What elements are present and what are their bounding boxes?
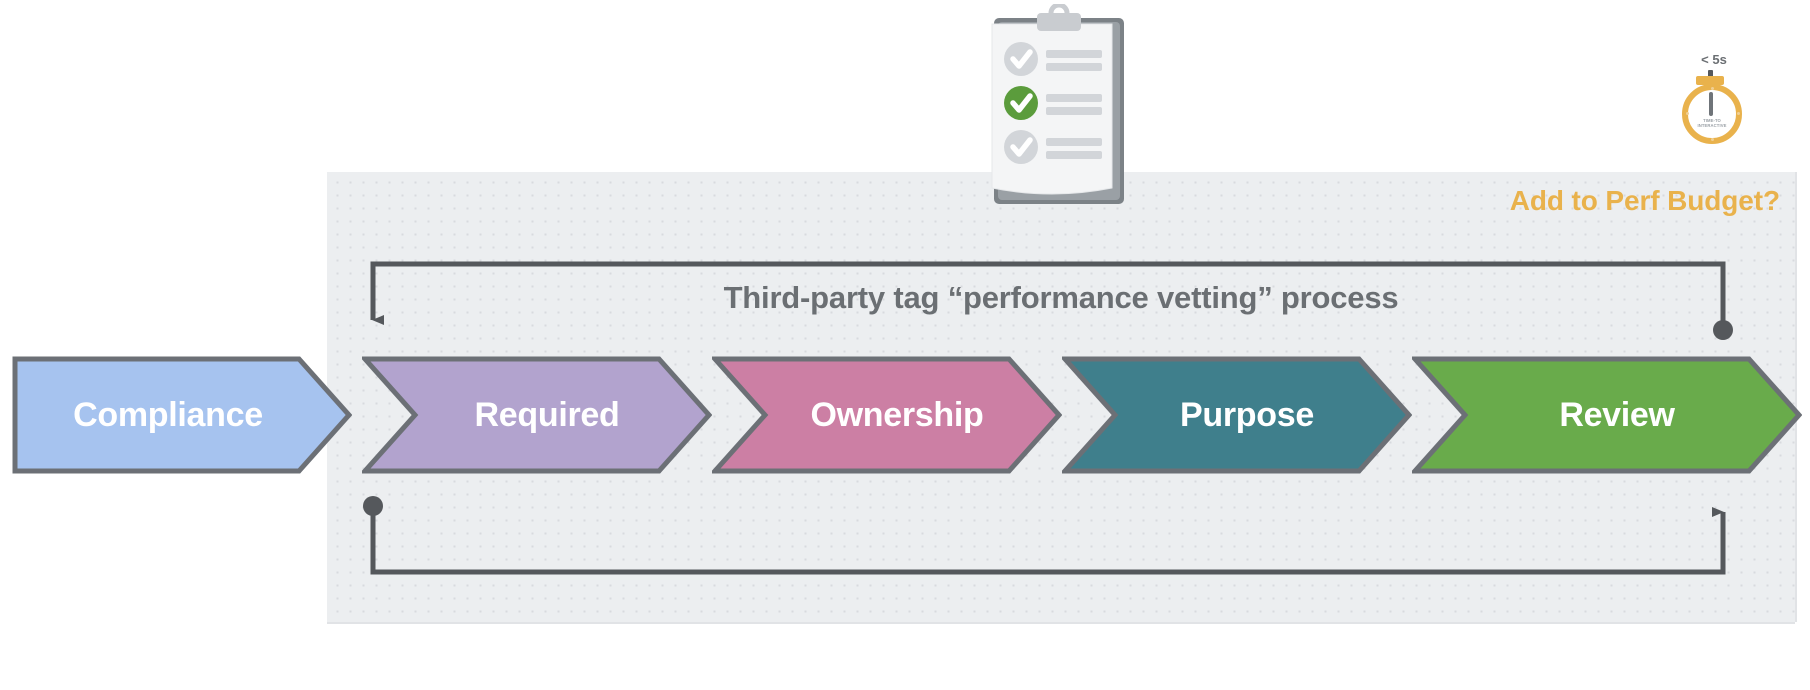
stopwatch-threshold-label: < 5s (1701, 52, 1727, 67)
stopwatch-tick (1737, 112, 1740, 115)
stage-required[interactable]: Required (362, 356, 712, 474)
stopwatch-hand (1709, 92, 1713, 116)
process-stage-row: Compliance Required Ownership Purpose Re (0, 356, 1810, 474)
stage-shape (362, 356, 712, 474)
stage-ownership[interactable]: Ownership (712, 356, 1062, 474)
stage-shape (1062, 356, 1412, 474)
stage-shape (712, 356, 1062, 474)
stopwatch-icon: < 5s TIME-TO INTERACTIVE (1678, 52, 1750, 152)
stopwatch-caption: TIME-TO INTERACTIVE (1682, 118, 1742, 129)
stage-review[interactable]: Review (1412, 356, 1802, 474)
stage-shape (12, 356, 352, 474)
stage-purpose[interactable]: Purpose (1062, 356, 1412, 474)
stopwatch-caption-line1: TIME-TO (1703, 118, 1721, 123)
stage-compliance[interactable]: Compliance (12, 356, 352, 474)
clipboard-checklist-icon (988, 2, 1130, 218)
stage-shape (1412, 356, 1802, 474)
stopwatch-tick (1711, 87, 1714, 90)
diagram-canvas: < 5s TIME-TO INTERACTIVE Third-party tag… (0, 0, 1810, 690)
stopwatch-caption-line2: INTERACTIVE (1697, 123, 1727, 129)
stopwatch-tick (1711, 138, 1714, 141)
diagram-title: Third-party tag “performance vetting” pr… (723, 280, 1399, 315)
stopwatch-tick (1686, 112, 1689, 115)
perf-budget-label: Add to Perf Budget? (1509, 185, 1780, 216)
